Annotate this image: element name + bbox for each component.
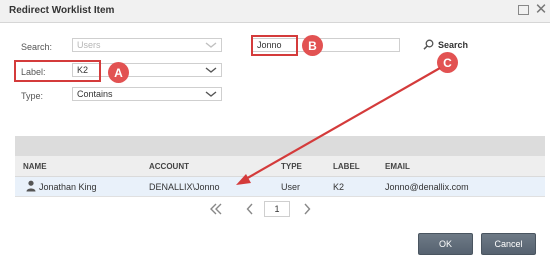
cancel-button[interactable]: Cancel xyxy=(481,233,536,255)
previous-page-icon[interactable] xyxy=(246,203,254,215)
page-number-input[interactable]: 1 xyxy=(264,201,290,217)
annotation-arrow xyxy=(236,67,441,185)
next-page-icon[interactable] xyxy=(303,203,311,215)
first-page-icon[interactable] xyxy=(209,203,223,215)
ok-button[interactable]: OK xyxy=(418,233,473,255)
